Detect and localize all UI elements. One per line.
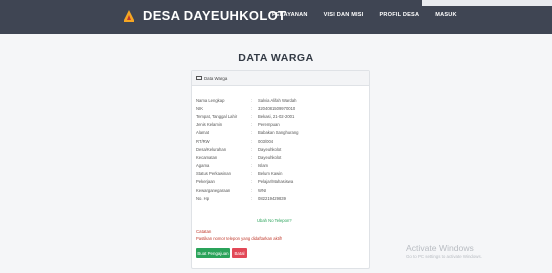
nav-profil-desa[interactable]: PROFIL DESA xyxy=(380,12,420,18)
row-value: Bekasi, 21-02-2001 xyxy=(258,113,295,119)
row-label: Tempat, Tanggal Lahir xyxy=(196,113,238,119)
row-value: Belum Kawin xyxy=(258,171,283,177)
row-label: Alamat xyxy=(196,130,210,136)
row-value: 082219429839 xyxy=(258,195,286,201)
row-pekerjaan: Pekerjaan : Pelajar/Mahasiswa xyxy=(196,178,299,186)
card-header: Data Warga xyxy=(192,71,369,86)
nav-masuk[interactable]: MASUK xyxy=(435,12,457,18)
row-separator: : xyxy=(251,187,253,193)
cancel-button[interactable]: Batal xyxy=(232,248,247,258)
row-separator: : xyxy=(251,146,253,152)
row-value: Babakan Sanghurang xyxy=(258,130,299,136)
row-rt-rw: RT/RW : 003/004 xyxy=(196,137,299,145)
row-value: Perempuan xyxy=(258,122,280,128)
row-value: Dayeuhkolot xyxy=(258,154,282,160)
brand-name: DESA DAYEUHKOLOT xyxy=(143,7,287,23)
row-nik: NIK : 3204081509970010 xyxy=(196,104,299,112)
row-value: Pelajar/Mahasiswa xyxy=(258,179,294,185)
row-kecamatan: Kecamatan : Dayeuhkolot xyxy=(196,153,299,161)
window-strip xyxy=(422,0,552,6)
row-label: Jenis Kelamin xyxy=(196,122,223,128)
row-value: WNI xyxy=(258,187,267,193)
row-separator: : xyxy=(251,179,253,185)
brand[interactable]: DESA DAYEUHKOLOT xyxy=(122,7,286,23)
watermark-subtitle: Go to PC settings to activate Windows. xyxy=(406,254,482,259)
nav-visi-misi[interactable]: VISI DAN MISI xyxy=(324,12,364,18)
row-label: Agama xyxy=(196,163,210,169)
row-desa: Desa/Kelurahan : Dayeuhkolot xyxy=(196,145,299,153)
row-separator: : xyxy=(251,195,253,201)
row-value: Dayeuhkolot xyxy=(258,146,282,152)
row-value: Islam xyxy=(258,163,269,169)
change-phone-link[interactable]: Ubah No Telepon? xyxy=(257,218,292,223)
data-card: Data Warga Nama Lengkap : Salvia Alifah … xyxy=(191,70,370,269)
row-label: Pekerjaan xyxy=(196,179,215,185)
page-title: DATA WARGA xyxy=(238,52,314,64)
row-separator: : xyxy=(251,113,253,119)
submit-request-button[interactable]: Buat Pengajuan xyxy=(196,248,230,258)
row-label: No. Hp xyxy=(196,195,210,201)
row-label: Desa/Kelurahan xyxy=(196,146,227,152)
nav-pelayanan[interactable]: PELAYANAN xyxy=(272,12,308,18)
row-separator: : xyxy=(251,171,253,177)
note-label: Catatan xyxy=(196,229,212,234)
row-separator: : xyxy=(251,130,253,136)
row-label: Kecamatan xyxy=(196,154,218,160)
row-no-hp: No. Hp : 082219429839 xyxy=(196,194,299,202)
row-jenis-kelamin: Jenis Kelamin : Perempuan xyxy=(196,121,299,129)
row-separator: : xyxy=(251,122,253,128)
row-separator: : xyxy=(251,105,253,111)
row-label: RT/RW xyxy=(196,138,210,144)
data-rows: Nama Lengkap : Salvia Alifah Wardah NIK … xyxy=(196,96,299,202)
row-label: Status Perkawinan xyxy=(196,171,231,177)
row-value: 003/004 xyxy=(258,138,274,144)
main-nav: PELAYANAN VISI DAN MISI PROFIL DESA MASU… xyxy=(272,12,473,18)
activation-watermark: Activate Windows Go to PC settings to ac… xyxy=(406,243,482,259)
row-value: 3204081509970010 xyxy=(258,105,296,111)
id-card-icon xyxy=(196,76,202,80)
row-label: NIK xyxy=(196,105,203,111)
note-text: Pastikan nomor telepon yang didaftarkan … xyxy=(196,236,283,241)
card-header-title: Data Warga xyxy=(204,75,228,81)
row-nama: Nama Lengkap : Salvia Alifah Wardah xyxy=(196,96,299,104)
row-alamat: Alamat : Babakan Sanghurang xyxy=(196,129,299,137)
row-separator: : xyxy=(251,163,253,169)
row-separator: : xyxy=(251,97,253,103)
row-kewarganegaraan: Kewarganegaraan : WNI xyxy=(196,186,299,194)
navbar: DESA DAYEUHKOLOT PELAYANAN VISI DAN MISI… xyxy=(0,0,552,34)
watermark-title: Activate Windows xyxy=(406,243,474,253)
row-separator: : xyxy=(251,154,253,160)
row-value: Salvia Alifah Wardah xyxy=(258,97,297,103)
row-agama: Agama : Islam xyxy=(196,162,299,170)
row-label: Nama Lengkap xyxy=(196,97,225,103)
row-label: Kewarganegaraan xyxy=(196,187,231,193)
village-logo-icon xyxy=(123,8,135,22)
row-separator: : xyxy=(251,138,253,144)
row-ttl: Tempat, Tanggal Lahir : Bekasi, 21-02-20… xyxy=(196,112,299,120)
row-status-perkawinan: Status Perkawinan : Belum Kawin xyxy=(196,170,299,178)
